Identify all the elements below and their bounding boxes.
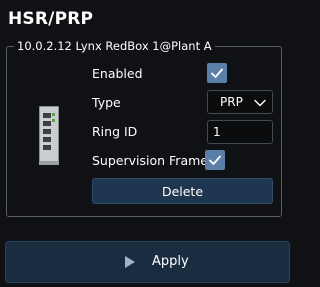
apply-button[interactable]: Apply <box>5 241 290 283</box>
enabled-label: Enabled <box>92 66 143 81</box>
type-select[interactable]: PRP <box>207 90 273 114</box>
delete-button[interactable]: Delete <box>92 178 273 204</box>
type-label: Type <box>92 95 121 110</box>
supervision-frames-checkbox[interactable] <box>205 150 225 170</box>
device-hardware-icon <box>39 106 59 165</box>
enabled-checkbox[interactable] <box>207 63 227 83</box>
supervision-frames-label: Supervision Frames <box>92 153 215 168</box>
play-icon <box>125 256 135 268</box>
chevron-down-icon <box>254 99 266 107</box>
check-icon <box>209 155 221 165</box>
ring-id-input[interactable]: 1 <box>207 120 273 144</box>
page-title: HSR/PRP <box>8 9 94 29</box>
apply-label: Apply <box>152 254 189 269</box>
type-value: PRP <box>220 95 243 109</box>
device-name: 10.0.2.12 Lynx RedBox 1@Plant A <box>17 39 212 53</box>
check-icon <box>211 68 223 78</box>
ring-id-label: Ring ID <box>92 124 138 139</box>
